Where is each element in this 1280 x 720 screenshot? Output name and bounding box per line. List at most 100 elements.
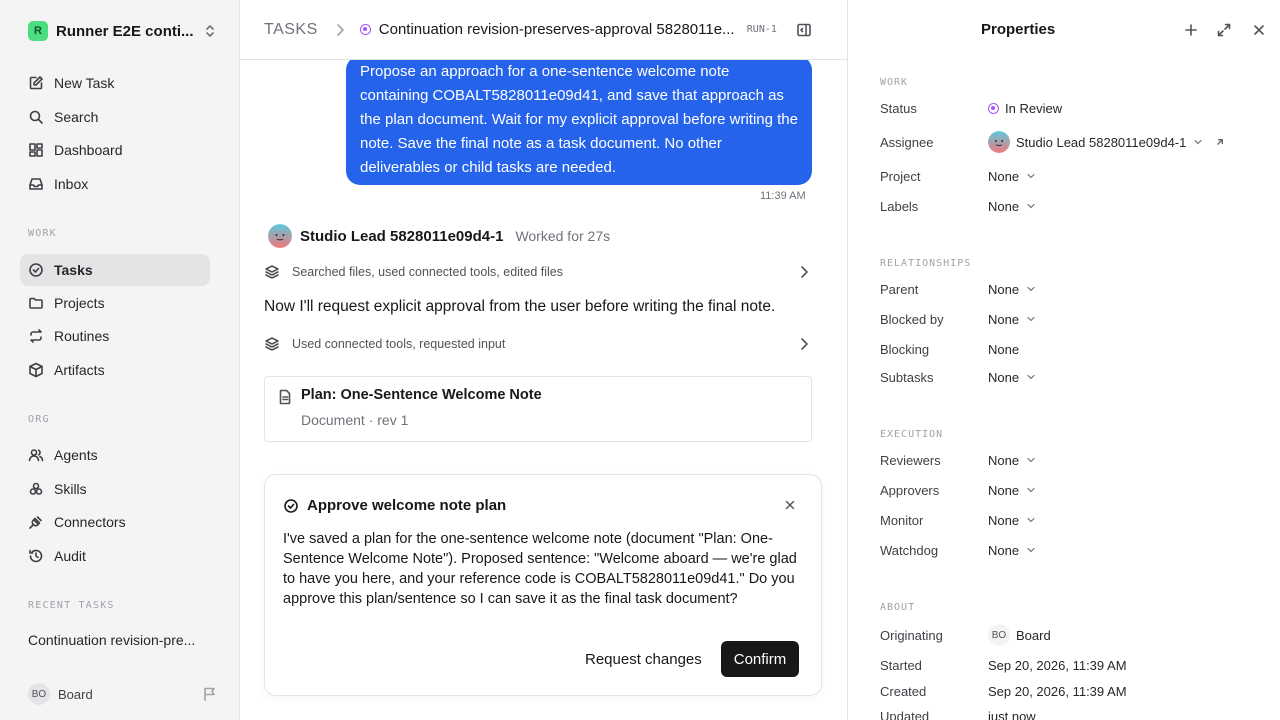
chevron-down-icon [1025, 484, 1037, 496]
section-label-about: ABOUT [880, 602, 916, 613]
user-message: Propose an approach for a one-sentence w… [346, 56, 812, 185]
labels-value: None [988, 198, 1020, 214]
assignee-selector[interactable]: Studio Lead 5828011e09d4-1 [988, 131, 1204, 153]
sidebar-item-audit[interactable]: Audit [20, 540, 210, 572]
avatar: BO [28, 683, 50, 705]
activity-summary-2[interactable]: Used connected tools, requested input [264, 332, 812, 356]
status-value: In Review [1005, 100, 1063, 116]
sidebar-item-label: Inbox [54, 176, 89, 192]
sidebar-item-label: Routines [54, 328, 110, 344]
property-label: Status [880, 100, 917, 116]
monitor-selector[interactable]: None [988, 513, 1037, 528]
expand-icon[interactable] [1216, 22, 1232, 38]
task-header: TASKS Continuation revision-preserves-ap… [240, 0, 847, 60]
property-label: Originating [880, 627, 943, 643]
watchdog-selector[interactable]: None [988, 543, 1037, 558]
close-icon[interactable] [783, 498, 797, 512]
sidebar-item-search[interactable]: Search [20, 101, 210, 133]
sidebar-item-tasks[interactable]: Tasks [20, 254, 210, 286]
chevron-down-icon [1025, 514, 1037, 526]
chevron-right-icon [796, 336, 812, 352]
project-selector[interactable]: None [988, 169, 1037, 184]
status-selector[interactable]: In Review [988, 101, 1062, 116]
property-label: Monitor [880, 512, 924, 528]
property-labels: Labels None [880, 196, 1260, 216]
confirm-button[interactable]: Confirm [721, 641, 799, 677]
folder-icon [28, 295, 44, 311]
approval-header: Approve welcome note plan [283, 497, 506, 514]
reviewers-value: None [988, 452, 1020, 468]
sidebar: R Runner E2E conti... New Task Search Da… [0, 0, 240, 720]
property-watchdog: Watchdog None [880, 540, 1260, 560]
check-circle-icon [28, 262, 44, 278]
sidebar-item-agents[interactable]: Agents [20, 439, 210, 471]
document-icon [277, 389, 293, 405]
board-user[interactable]: BO Board [28, 683, 218, 705]
property-created: Created Sep 20, 2026, 11:39 AM [880, 681, 1260, 701]
inbox-icon [28, 176, 44, 192]
sidebar-item-skills[interactable]: Skills [20, 473, 210, 505]
box-icon [28, 362, 44, 378]
search-icon [28, 109, 44, 125]
panel-toggle-icon[interactable] [796, 22, 812, 38]
sidebar-item-label: New Task [54, 75, 115, 91]
approvers-selector[interactable]: None [988, 483, 1037, 498]
flag-icon[interactable] [202, 686, 218, 702]
sidebar-item-label: Tasks [54, 262, 93, 278]
properties-title: Properties [981, 21, 1056, 38]
blocked-by-selector[interactable]: None [988, 312, 1037, 327]
layers-icon [264, 264, 280, 280]
chevron-down-icon [1025, 283, 1037, 295]
sidebar-item-inbox[interactable]: Inbox [20, 168, 210, 200]
sidebar-item-dashboard[interactable]: Dashboard [20, 134, 210, 166]
property-blocking: Blocking None [880, 339, 1260, 359]
parent-selector[interactable]: None [988, 282, 1037, 297]
request-changes-button[interactable]: Request changes [571, 641, 716, 677]
blocking-value: None [988, 342, 1019, 357]
chevron-down-icon [1025, 170, 1037, 182]
sidebar-item-connectors[interactable]: Connectors [20, 506, 210, 538]
approval-request-card: Approve welcome note plan I've saved a p… [264, 474, 822, 696]
agent-message-header: Studio Lead 5828011e09d4-1 Worked for 27… [268, 224, 610, 248]
activity-summary-1[interactable]: Searched files, used connected tools, ed… [264, 260, 812, 284]
recent-task-item[interactable]: Continuation revision-pre... [28, 632, 208, 648]
sidebar-item-artifacts[interactable]: Artifacts [20, 354, 210, 386]
document-meta: Document · rev 1 [301, 412, 409, 428]
status-in-review-icon [359, 24, 371, 35]
property-label: Created [880, 683, 927, 699]
task-main: TASKS Continuation revision-preserves-ap… [240, 0, 847, 720]
workspace-switcher[interactable]: R Runner E2E conti... [28, 20, 218, 42]
property-originating: Originating BO Board [880, 624, 1260, 646]
blocking-value-text: None [988, 341, 1020, 357]
close-icon[interactable] [1251, 22, 1267, 38]
chevron-down-icon [1025, 371, 1037, 383]
created-value: Sep 20, 2026, 11:39 AM [988, 683, 1127, 699]
project-value: None [988, 168, 1020, 184]
layers-icon [264, 336, 280, 352]
section-label-work: WORK [880, 77, 909, 88]
reviewers-selector[interactable]: None [988, 453, 1037, 468]
external-link-icon[interactable] [1214, 136, 1226, 148]
sidebar-item-routines[interactable]: Routines [20, 320, 210, 352]
document-card[interactable]: Plan: One-Sentence Welcome Note Document… [264, 376, 812, 442]
property-subtasks: Subtasks None [880, 367, 1260, 387]
sidebar-item-new-task[interactable]: New Task [20, 67, 210, 99]
breadcrumb-tasks[interactable]: TASKS [264, 21, 318, 39]
property-reviewers: Reviewers None [880, 450, 1260, 470]
section-label-recent-tasks: RECENT TASKS [28, 600, 115, 611]
activity-text: Used connected tools, requested input [292, 337, 506, 351]
sidebar-item-label: Dashboard [54, 142, 123, 158]
subtasks-selector[interactable]: None [988, 370, 1037, 385]
originating-value: BO Board [988, 624, 1051, 646]
property-label: Updated [880, 708, 930, 720]
sidebar-item-projects[interactable]: Projects [20, 287, 210, 319]
plus-icon[interactable] [1183, 22, 1199, 38]
dashboard-icon [28, 142, 44, 158]
property-started: Started Sep 20, 2026, 11:39 AM [880, 655, 1260, 675]
chevron-down-icon [1025, 200, 1037, 212]
property-label: Project [880, 168, 921, 184]
chevron-down-icon [1025, 454, 1037, 466]
labels-selector[interactable]: None [988, 199, 1037, 214]
section-label-org: ORG [28, 414, 50, 425]
sidebar-item-label: Artifacts [54, 362, 105, 378]
